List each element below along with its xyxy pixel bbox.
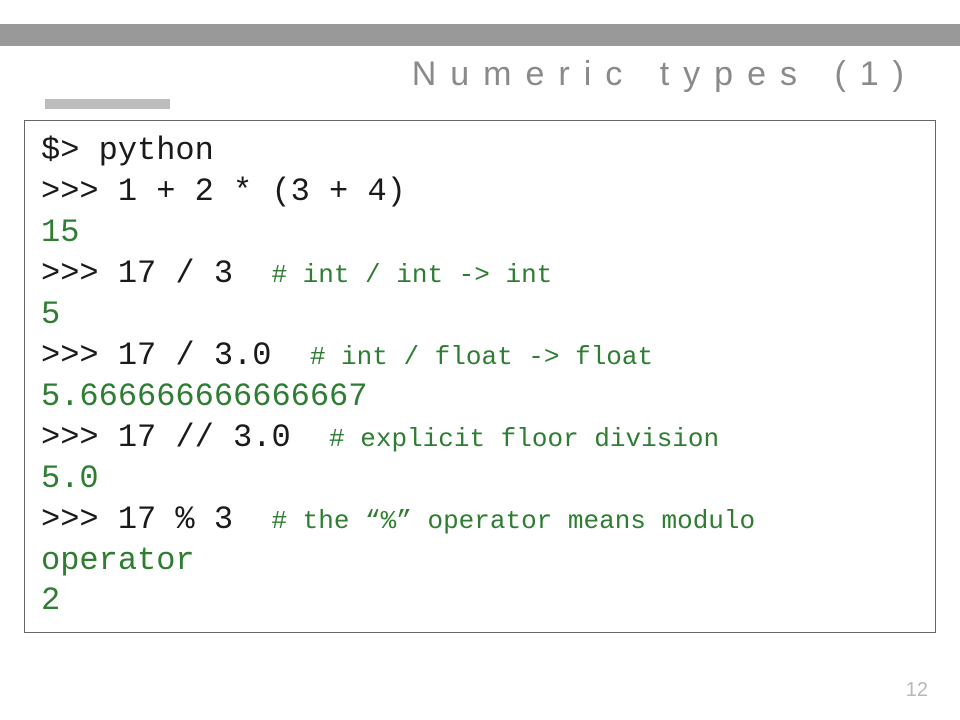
code-block: $> python >>> 1 + 2 * (3 + 4) 15 >>> 17 …: [24, 120, 936, 633]
code-comment-continuation: operator: [41, 541, 919, 582]
header-rule: [0, 24, 960, 46]
code-output: 5.666666666666667: [41, 377, 919, 418]
code-output: 5.0: [41, 459, 919, 500]
code-line: >>> 17 // 3.0 # explicit floor division: [41, 418, 919, 459]
page-number: 12: [906, 679, 928, 702]
code-output: 5: [41, 295, 919, 336]
code-text: >>> 17 / 3: [41, 255, 271, 292]
code-line: >>> 17 / 3.0 # int / float -> float: [41, 336, 919, 377]
code-line: >>> 17 / 3 # int / int -> int: [41, 254, 919, 295]
slide-title: Numeric types (1): [412, 55, 918, 94]
code-comment: # int / int -> int: [271, 260, 552, 290]
slide: Numeric types (1) $> python >>> 1 + 2 * …: [0, 0, 960, 720]
code-line: $> python: [41, 131, 919, 172]
code-output: 2: [41, 581, 919, 622]
code-text: >>> 17 / 3.0: [41, 337, 310, 374]
code-text: >>> 17 % 3: [41, 501, 271, 538]
code-text: >>> 17 // 3.0: [41, 419, 329, 456]
code-line: >>> 17 % 3 # the “%” operator means modu…: [41, 500, 919, 541]
code-output: 15: [41, 213, 919, 254]
accent-rule: [45, 99, 170, 109]
code-comment: # int / float -> float: [310, 342, 653, 372]
code-comment: # explicit floor division: [329, 424, 719, 454]
code-comment: # the “%” operator means modulo: [271, 506, 755, 536]
code-line: >>> 1 + 2 * (3 + 4): [41, 172, 919, 213]
